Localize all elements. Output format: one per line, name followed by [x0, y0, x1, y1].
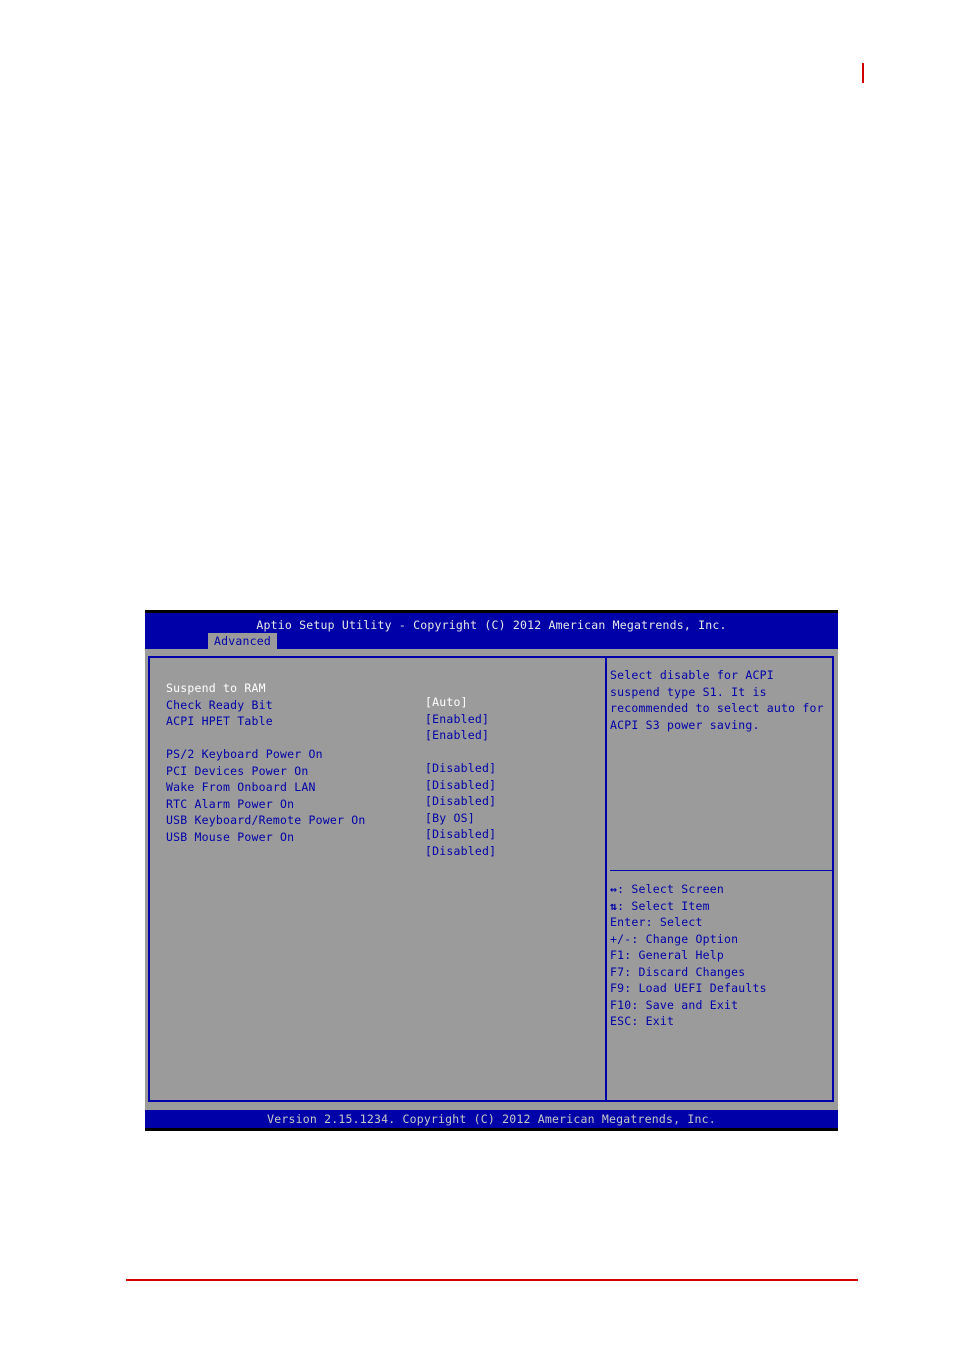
- setting-value[interactable]: [Disabled]: [425, 761, 496, 775]
- key-legend: ↔: Select Screen ⇅: Select Item Enter: Sel…: [610, 881, 767, 1030]
- help-line: suspend type S1. It is: [610, 684, 767, 699]
- key-name: ESC: [610, 1014, 632, 1028]
- setting-label: USB Mouse Power On: [166, 829, 295, 844]
- setting-row[interactable]: Wake From Onboard LAN [Disabled]: [166, 766, 496, 808]
- setting-value[interactable]: [By OS]: [425, 811, 475, 825]
- setting-label: ACPI HPET Table: [166, 714, 273, 728]
- page-footer-rule: [126, 1279, 858, 1281]
- key-hint: +/-: Change Option: [610, 931, 767, 948]
- key-desc: : General Help: [624, 948, 724, 962]
- key-name: Enter: [610, 915, 646, 929]
- help-line: Select disable for ACPI: [610, 668, 774, 682]
- version-text: Version 2.15.1234. Copyright (C) 2012 Am…: [267, 1112, 716, 1126]
- setting-row[interactable]: RTC Alarm Power On [By OS]: [166, 783, 475, 825]
- key-desc: : Load UEFI Defaults: [624, 981, 767, 995]
- setting-value[interactable]: [Disabled]: [425, 827, 496, 841]
- key-name: F9: [610, 981, 625, 995]
- key-desc: : Discard Changes: [624, 964, 746, 979]
- panel-divider: [605, 656, 607, 1102]
- key-hint: ESC: Exit: [610, 1013, 767, 1030]
- setting-row[interactable]: USB Mouse Power On [Disabled]: [166, 816, 496, 858]
- setting-row[interactable]: Suspend to RAM [Auto]: [166, 667, 468, 709]
- bios-setup-screenshot: Aptio Setup Utility - Copyright (C) 2012…: [145, 610, 838, 1131]
- key-name: F1: [610, 948, 625, 962]
- bios-header: Aptio Setup Utility - Copyright (C) 2012…: [145, 613, 838, 649]
- key-hint: F10: Save and Exit: [610, 997, 767, 1014]
- bios-footer: Version 2.15.1234. Copyright (C) 2012 Am…: [145, 1110, 838, 1128]
- setting-value[interactable]: [Disabled]: [425, 844, 496, 858]
- key-name: F10: [610, 997, 632, 1012]
- key-desc: : Select Screen: [617, 882, 724, 896]
- setting-value[interactable]: [Enabled]: [425, 728, 489, 742]
- key-name: +/-: [610, 931, 632, 946]
- setting-value[interactable]: [Auto]: [425, 695, 468, 709]
- key-desc: : Select: [645, 915, 703, 929]
- page-margin-marker: [862, 63, 864, 83]
- setting-value[interactable]: [Disabled]: [425, 778, 496, 792]
- bottom-border: [145, 1128, 838, 1131]
- key-hint: F9: Load UEFI Defaults: [610, 980, 767, 997]
- key-desc: : Exit: [631, 1014, 675, 1028]
- bios-title: Aptio Setup Utility - Copyright (C) 2012…: [256, 618, 727, 632]
- key-name: F7: [610, 964, 625, 979]
- setting-row[interactable]: ACPI HPET Table [Enabled]: [166, 700, 489, 742]
- setting-value[interactable]: [Enabled]: [425, 712, 489, 726]
- setting-value[interactable]: [Disabled]: [425, 794, 496, 808]
- help-text: Select disable for ACPI suspend type S1. …: [610, 667, 824, 733]
- key-hint: Enter: Select: [610, 914, 767, 931]
- help-line: recommended to select auto for: [610, 701, 824, 715]
- key-hint: F1: General Help: [610, 947, 767, 964]
- setting-row[interactable]: Check Ready Bit [Enabled]: [166, 684, 489, 726]
- help-separator: [610, 870, 832, 871]
- key-desc: : Change Option: [631, 931, 739, 946]
- key-hint: F7: Discard Changes: [610, 964, 767, 981]
- key-desc: : Select Item: [617, 898, 710, 913]
- key-desc: : Save and Exit: [631, 997, 739, 1012]
- key-hint: ⇅: Select Item: [610, 898, 767, 915]
- help-line: ACPI S3 power saving.: [610, 717, 760, 732]
- setting-row[interactable]: USB Keyboard/Remote Power On [Disabled]: [166, 799, 496, 841]
- setting-row[interactable]: PCI Devices Power On [Disabled]: [166, 750, 496, 792]
- setting-row[interactable]: PS/2 Keyboard Power On [Disabled]: [166, 733, 496, 775]
- tab-advanced[interactable]: Advanced: [208, 633, 277, 649]
- key-hint: ↔: Select Screen: [610, 881, 767, 898]
